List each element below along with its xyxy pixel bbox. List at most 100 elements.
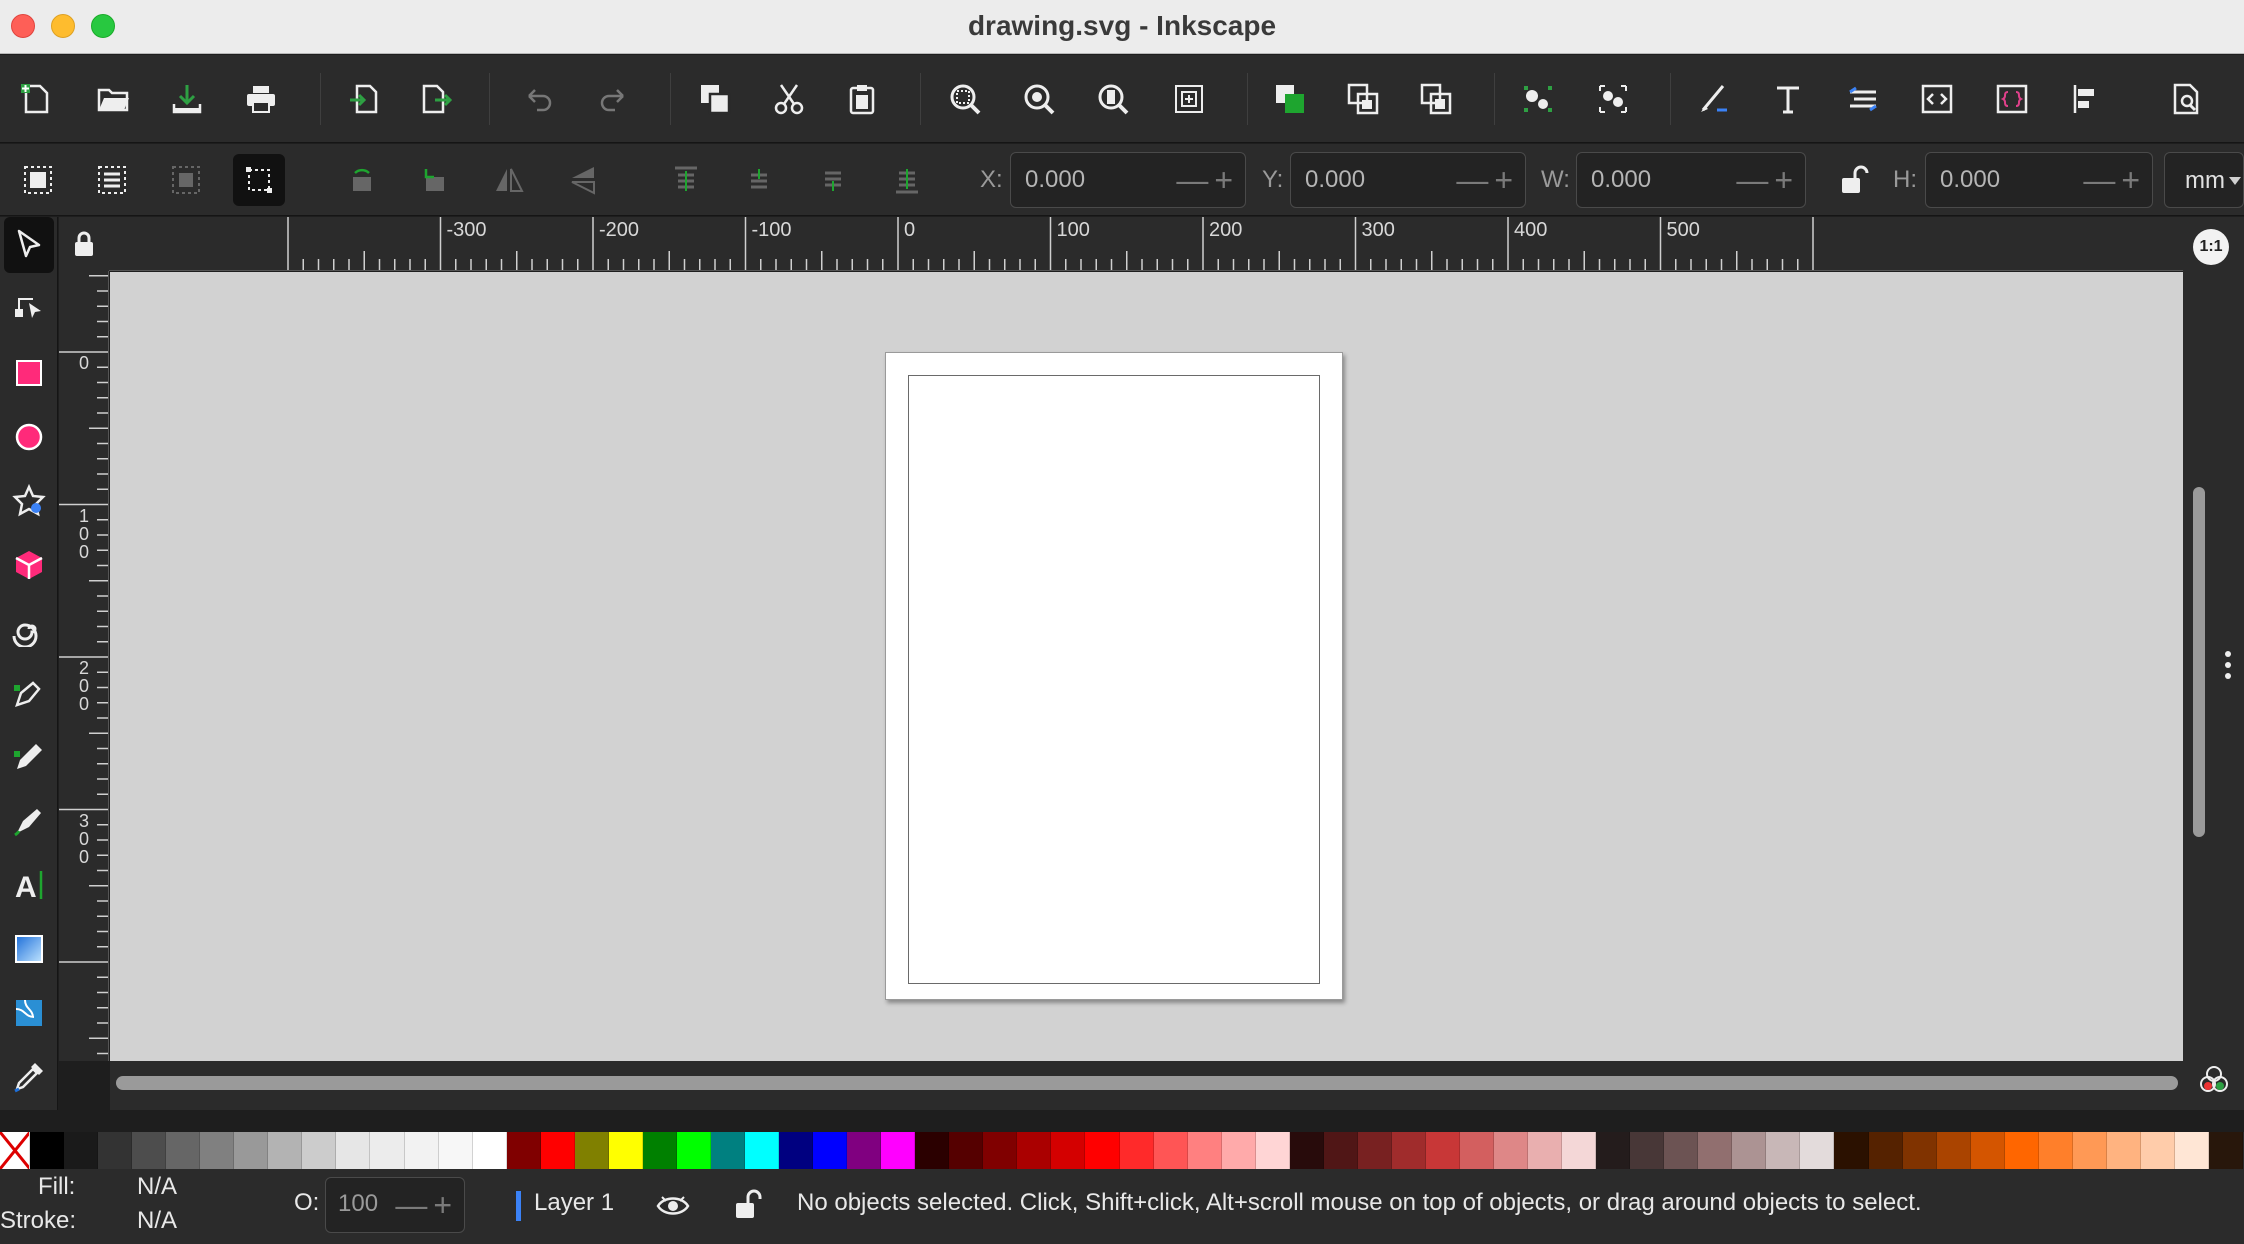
text-tool[interactable]: A: [4, 857, 54, 913]
lower-to-bottom-button[interactable]: [881, 154, 933, 206]
palette-swatch[interactable]: [200, 1132, 235, 1169]
palette-swatch[interactable]: [1664, 1132, 1699, 1169]
palette-swatch[interactable]: [1323, 1132, 1358, 1169]
palette-swatch[interactable]: [744, 1132, 780, 1169]
text-font-button[interactable]: [1762, 73, 1814, 125]
palette-swatch[interactable]: [64, 1132, 99, 1169]
palette-swatch[interactable]: [98, 1132, 133, 1169]
x-stepper[interactable]: —+: [1176, 162, 1239, 198]
new-document-button[interactable]: [10, 73, 62, 125]
paste-button[interactable]: [836, 73, 888, 125]
node-tool[interactable]: [4, 281, 54, 337]
star-tool[interactable]: [4, 473, 54, 529]
select-all-layers-button[interactable]: [86, 154, 138, 206]
flip-horizontal-button[interactable]: [483, 154, 535, 206]
gradient-tool[interactable]: [4, 921, 54, 977]
guide-lock-icon[interactable]: [73, 231, 95, 257]
palette-swatch[interactable]: [1085, 1132, 1120, 1169]
palette-swatch[interactable]: [540, 1132, 575, 1169]
dock-handle[interactable]: [2225, 651, 2233, 681]
canvas[interactable]: [110, 272, 2183, 1061]
pen-tool[interactable]: [4, 665, 54, 721]
zoom-selection-button[interactable]: [939, 73, 991, 125]
document-properties-button[interactable]: [2160, 73, 2212, 125]
palette-swatch[interactable]: [2209, 1132, 2244, 1169]
palette-swatch[interactable]: [1459, 1132, 1495, 1169]
palette-swatch[interactable]: [2038, 1132, 2073, 1169]
palette-swatch[interactable]: [1834, 1132, 1869, 1169]
page[interactable]: [885, 352, 1343, 1000]
unlink-clone-button[interactable]: [1587, 73, 1639, 125]
palette-swatch[interactable]: [404, 1132, 439, 1169]
lower-one-button[interactable]: [807, 154, 859, 206]
zoom-page-width-button[interactable]: [1163, 73, 1215, 125]
raise-to-top-button[interactable]: [660, 154, 712, 206]
palette-swatch[interactable]: [2106, 1132, 2141, 1169]
eye-icon[interactable]: [656, 1193, 690, 1219]
redo-button[interactable]: [588, 73, 640, 125]
w-stepper[interactable]: —+: [1736, 162, 1799, 198]
3d-box-tool[interactable]: [4, 537, 54, 593]
clone-button[interactable]: [1512, 73, 1564, 125]
raise-button[interactable]: [1264, 73, 1316, 125]
color-manage-icon[interactable]: [2197, 1063, 2231, 1097]
palette-swatch[interactable]: [983, 1132, 1018, 1169]
unit-dropdown[interactable]: mm: [2164, 152, 2244, 208]
pencil-tool[interactable]: [4, 729, 54, 785]
spiral-tool[interactable]: [4, 601, 54, 657]
layer-name[interactable]: Layer 1: [534, 1189, 614, 1217]
palette-swatch[interactable]: [949, 1132, 984, 1169]
palette-swatch[interactable]: [336, 1132, 371, 1169]
palette-swatch[interactable]: [132, 1132, 167, 1169]
lock-ratio-button[interactable]: [1826, 154, 1878, 206]
palette-swatch[interactable]: [2140, 1132, 2175, 1169]
palette-swatch[interactable]: [642, 1132, 677, 1169]
palette-swatch[interactable]: [1051, 1132, 1086, 1169]
select-all-button[interactable]: [12, 154, 64, 206]
palette-swatch[interactable]: [234, 1132, 269, 1169]
palette-swatch[interactable]: [166, 1132, 201, 1169]
open-document-button[interactable]: [87, 73, 139, 125]
palette-swatch[interactable]: [1970, 1132, 2005, 1169]
rotate-cw-button[interactable]: [409, 154, 461, 206]
y-spinbox[interactable]: 0.000 —+: [1290, 152, 1526, 208]
rectangle-tool[interactable]: [4, 345, 54, 401]
undo-button[interactable]: [512, 73, 564, 125]
palette-swatch[interactable]: [1698, 1132, 1733, 1169]
palette-swatch[interactable]: [302, 1132, 337, 1169]
palette-swatch[interactable]: [1936, 1132, 1971, 1169]
palette-swatch[interactable]: [1562, 1132, 1597, 1169]
palette-swatch[interactable]: [438, 1132, 473, 1169]
object-properties-button[interactable]: [1986, 73, 2038, 125]
palette-swatch[interactable]: [1596, 1132, 1631, 1169]
palette-swatch[interactable]: [1902, 1132, 1937, 1169]
palette-swatch[interactable]: [1494, 1132, 1529, 1169]
palette-swatch[interactable]: [1119, 1132, 1154, 1169]
w-spinbox[interactable]: 0.000 —+: [1576, 152, 1806, 208]
palette-swatch[interactable]: [1868, 1132, 1903, 1169]
palette-swatch[interactable]: [2174, 1132, 2209, 1169]
print-button[interactable]: [235, 73, 287, 125]
layers-button[interactable]: [1837, 73, 1889, 125]
zoom-1-1-button[interactable]: 1:1: [2193, 229, 2229, 265]
h-stepper[interactable]: —+: [2083, 162, 2146, 198]
y-stepper[interactable]: —+: [1456, 162, 1519, 198]
stroke-value[interactable]: N/A: [137, 1207, 177, 1235]
palette-swatch[interactable]: [847, 1132, 882, 1169]
group-button[interactable]: [1337, 73, 1389, 125]
palette-swatch[interactable]: [1766, 1132, 1801, 1169]
palette-swatch[interactable]: [1425, 1132, 1460, 1169]
palette-swatch[interactable]: [1630, 1132, 1665, 1169]
palette-swatch-none[interactable]: [0, 1132, 30, 1169]
palette-swatch[interactable]: [370, 1132, 405, 1169]
deselect-button[interactable]: [160, 154, 212, 206]
x-spinbox[interactable]: 0.000 —+: [1010, 152, 1246, 208]
touch-select-button[interactable]: [233, 154, 285, 206]
palette-swatch[interactable]: [1255, 1132, 1290, 1169]
palette-swatch[interactable]: [506, 1132, 541, 1169]
horizontal-scrollbar[interactable]: [116, 1076, 2178, 1090]
import-button[interactable]: [339, 73, 391, 125]
vertical-scrollbar[interactable]: [2193, 487, 2205, 837]
palette-swatch[interactable]: [1528, 1132, 1563, 1169]
zoom-page-button[interactable]: [1087, 73, 1139, 125]
